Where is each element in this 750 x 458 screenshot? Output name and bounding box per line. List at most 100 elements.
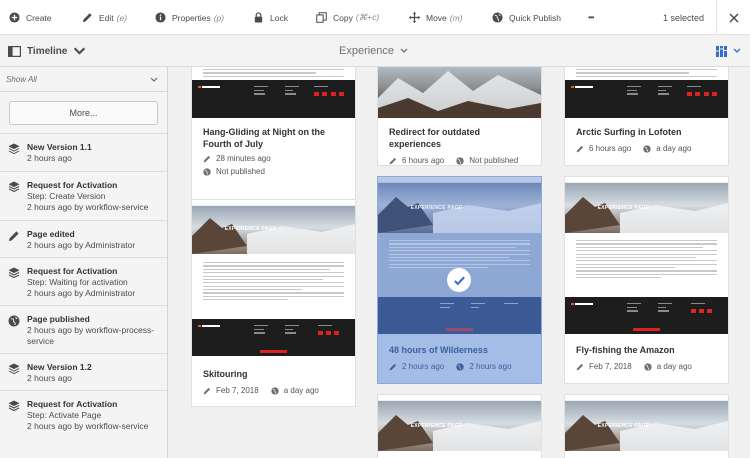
card-meta: 2 hours ago 2 hours ago — [389, 362, 530, 371]
timeline-filter-select[interactable]: Show All — [0, 67, 167, 92]
globe-icon — [271, 386, 279, 395]
page-thumbnail: EXPERIENCE PAGE — [565, 395, 728, 458]
page-card[interactable]: Arctic Surfing in Lofoten 6 hours ago a … — [565, 67, 728, 165]
page-card[interactable]: EXPERIENCE PAGE Fly-fishing the Amazon F… — [565, 177, 728, 383]
globe-icon — [644, 362, 652, 371]
move-shortcut: (m) — [449, 12, 463, 23]
timeline-item-detail: 2 hours ago by workflow-process- — [27, 325, 155, 335]
modified-date: 6 hours ago — [589, 144, 632, 153]
modified-info: 28 minutes ago — [203, 154, 344, 163]
page-thumbnail: EXPERIENCE PAGE — [565, 177, 728, 334]
quick-publish-button[interactable]: Quick Publish — [492, 0, 561, 35]
card-info: 48 hours of Wilderness 2 hours ago 2 hou… — [378, 344, 541, 371]
pencil-icon — [389, 157, 397, 164]
lock-label: Lock — [270, 12, 288, 23]
page-card-selected[interactable]: EXPERIENCE PAGE 48 hours of Wilderness 2… — [378, 177, 541, 383]
thumbnail-text-lines — [203, 262, 344, 303]
thumbnail-mountain-image — [378, 71, 541, 118]
thumbnail-footer — [192, 80, 355, 118]
workflow-icon — [8, 181, 20, 193]
pencil-icon — [389, 363, 397, 370]
thumbnail-hero: EXPERIENCE PAGE — [192, 206, 355, 254]
lock-icon — [254, 12, 263, 23]
card-meta: Feb 7, 2018 a day ago — [203, 386, 344, 395]
modified-date: 28 minutes ago — [216, 154, 271, 163]
thumbnail-hero-text: EXPERIENCE PAGE — [410, 423, 463, 429]
modified-date: Feb 7, 2018 — [589, 362, 632, 371]
layers-icon — [8, 363, 20, 375]
close-icon — [728, 12, 739, 23]
rail-selector[interactable]: Timeline — [8, 35, 92, 67]
globe-icon — [203, 167, 211, 176]
published-status: 2 hours ago — [469, 362, 512, 371]
timeline-item-title: Page edited — [27, 229, 75, 239]
edit-button[interactable]: Edit (e) — [82, 0, 127, 35]
thumbnail-footer — [192, 319, 355, 356]
timeline-item[interactable]: Request for Activation Step: Activate Pa… — [0, 390, 167, 458]
move-button[interactable]: Move (m) — [409, 0, 463, 35]
pencil-icon — [203, 155, 211, 162]
exit-selection-button[interactable] — [716, 0, 750, 35]
thumbnail-hero: EXPERIENCE PAGE — [565, 183, 728, 233]
more-actions-button[interactable]: ••• — [588, 0, 594, 35]
globe-icon — [8, 315, 20, 327]
layers-icon — [8, 143, 20, 155]
properties-label: Properties — [172, 12, 211, 23]
thumbnail-text-lines — [203, 69, 344, 79]
page-title-label: Experience — [339, 45, 395, 57]
card-title: Fly-fishing the Amazon — [576, 345, 675, 355]
thumbnail-text-lines — [576, 240, 717, 281]
timeline-item-detail: 2 hours ago by workflow-service — [27, 421, 149, 431]
lock-button[interactable]: Lock — [253, 0, 288, 35]
workflow-icon — [8, 267, 20, 279]
page-title[interactable]: Experience — [339, 35, 408, 67]
thumbnail-footer — [565, 80, 728, 118]
pencil-icon — [203, 387, 211, 394]
page-thumbnail — [565, 67, 728, 118]
card-info: Skitouring Feb 7, 2018 a day ago — [192, 368, 355, 395]
card-title: Skitouring — [203, 369, 248, 379]
chevron-down-icon — [74, 47, 86, 55]
timeline-item-detail: 2 hours ago by Administrator — [27, 240, 136, 250]
timeline-item-detail: 2 hours ago by workflow-service — [27, 202, 149, 212]
move-label: Move — [426, 12, 447, 23]
pencil-icon — [82, 13, 92, 23]
move-icon — [409, 12, 420, 23]
rail-selector-label: Timeline — [27, 45, 68, 57]
page-card[interactable]: Redirect for outdated experiences 6 hour… — [378, 67, 541, 165]
timeline-item[interactable]: Page published 2 hours ago by workflow-p… — [0, 305, 167, 357]
modified-date: 6 hours ago — [402, 156, 445, 165]
page-card[interactable]: EXPERIENCE PAGE Skitouring Feb 7, 2018 a… — [192, 200, 355, 406]
published-status: a day ago — [656, 144, 692, 153]
page-thumbnail: EXPERIENCE PAGE — [378, 395, 541, 458]
selection-count: 1 selected — [662, 12, 704, 23]
selection-status: 1 selected — [663, 0, 750, 35]
card-title: Redirect for outdated experiences — [389, 127, 481, 149]
thumbnail-hero-text: EXPERIENCE PAGE — [597, 423, 650, 429]
timeline-item-detail: 2 hours ago — [27, 373, 72, 383]
plus-circle-icon — [9, 12, 20, 23]
timeline-item-title: Page published — [27, 314, 90, 324]
modified-date: Feb 7, 2018 — [216, 386, 259, 395]
timeline-item-title: Request for Activation — [27, 266, 118, 276]
create-label: Create — [26, 12, 52, 23]
pencil-icon — [9, 231, 19, 241]
page-card[interactable]: EXPERIENCE PAGE — [565, 395, 728, 458]
timeline-item-detail: 2 hours ago by Administrator — [27, 288, 136, 298]
page-card[interactable]: EXPERIENCE PAGE — [378, 395, 541, 458]
copy-icon — [316, 12, 327, 23]
timeline-item-title: New Version 1.1 — [27, 142, 92, 152]
pencil-icon — [576, 145, 584, 152]
load-more-button[interactable]: More... — [9, 101, 158, 125]
create-button[interactable]: Create — [9, 0, 52, 35]
edit-shortcut: (e) — [116, 12, 128, 23]
view-switcher[interactable] — [716, 35, 741, 67]
selection-checkmark[interactable] — [447, 268, 471, 292]
timeline-rail: Show All More... New Version 1.1 2 hours… — [0, 67, 168, 458]
globe-icon — [492, 12, 503, 23]
page-thumbnail — [192, 67, 355, 118]
copy-button[interactable]: Copy (⌘+c) — [316, 0, 379, 35]
card-info: Hang-Gliding at Night on the Fourth of J… — [192, 126, 355, 176]
properties-button[interactable]: Properties (p) — [155, 0, 224, 35]
thumbnail-hero-text: EXPERIENCE PAGE — [597, 205, 650, 211]
